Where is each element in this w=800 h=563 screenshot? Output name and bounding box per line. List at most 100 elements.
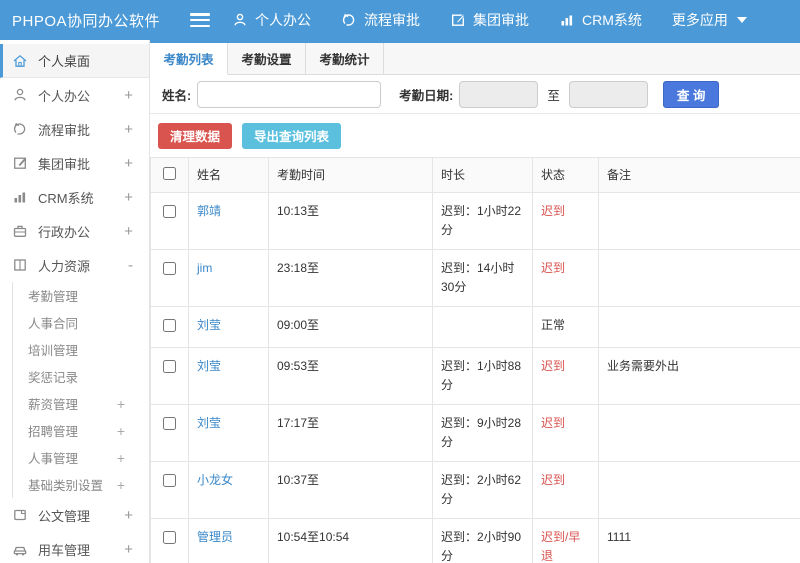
topnav-label: 个人办公 <box>255 12 311 28</box>
expand-plus-icon[interactable]: + <box>117 450 149 466</box>
expand-plus-icon[interactable]: + <box>117 396 149 412</box>
flow-icon <box>12 121 30 137</box>
expand-plus-icon[interactable]: + <box>124 189 139 206</box>
sidebar-item-label: 集团审批 <box>38 156 91 172</box>
sidebar-item-group-approval[interactable]: 集团审批 + <box>0 146 149 180</box>
hamburger-menu-icon[interactable] <box>190 13 210 27</box>
export-list-button[interactable]: 导出查询列表 <box>242 122 342 149</box>
sidebar-item-vehicle-management[interactable]: 用车管理 + <box>0 532 149 563</box>
employee-name-link[interactable]: 刘莹 <box>197 359 221 373</box>
date-to-input[interactable] <box>568 80 648 108</box>
note <box>598 192 800 250</box>
topnav-workflow-approval[interactable]: 流程审批 <box>341 10 420 30</box>
sidebar-item-label: 人力资源 <box>38 258 91 274</box>
edit-icon <box>12 155 30 171</box>
employee-name-link[interactable]: jim <box>197 261 212 275</box>
row-checkbox[interactable] <box>163 319 176 332</box>
column-header-note: 备注 <box>598 157 800 193</box>
sidebar-subitem-reward-punishment[interactable]: 奖惩记录 <box>13 363 149 390</box>
tab-attendance-settings[interactable]: 考勤设置 <box>228 43 306 74</box>
subitem-label: 人事管理 <box>28 452 79 466</box>
topnav-personal-office[interactable]: 个人办公 <box>232 10 311 30</box>
subitem-label: 考勤管理 <box>28 290 79 304</box>
topnav-label: 集团审批 <box>473 12 529 28</box>
employee-name-link[interactable]: 郭靖 <box>197 204 221 218</box>
duration: 迟到：9小时28分 <box>432 404 533 462</box>
briefcase-icon <box>12 223 30 239</box>
topnav-label: CRM系统 <box>582 12 642 28</box>
user-icon <box>232 12 248 28</box>
employee-name-link[interactable]: 管理员 <box>197 530 233 544</box>
employee-name-link[interactable]: 小龙女 <box>197 473 233 487</box>
query-button[interactable]: 查 询 <box>662 80 720 108</box>
to-label: 至 <box>547 88 560 103</box>
app-window: PHPOA协同办公软件 个人办公 流程审批 集团审批 CRM系统 更多应用 个人… <box>0 0 800 563</box>
content-panel: 考勤列表 考勤设置 考勤统计 姓名: 考勤日期: 至 查 询 清理数据 导出查询… <box>150 40 800 563</box>
duration <box>432 306 533 348</box>
sidebar-item-human-resources[interactable]: 人力资源 - <box>0 248 149 282</box>
sidebar-subitem-personnel-contract[interactable]: 人事合同 <box>13 309 149 336</box>
status-badge: 迟到 <box>541 473 566 487</box>
attendance-time: 09:00至 <box>268 306 433 348</box>
employee-name-link[interactable]: 刘莹 <box>197 318 221 332</box>
sidebar-subitem-basic-category-settings[interactable]: 基础类别设置 + <box>13 471 149 498</box>
topnav-more-apps[interactable]: 更多应用 <box>672 10 747 30</box>
topnav-group-approval[interactable]: 集团审批 <box>450 10 529 30</box>
sidebar-subitem-personnel-management[interactable]: 人事管理 + <box>13 444 149 471</box>
sidebar-item-label: 行政办公 <box>38 224 91 240</box>
action-toolbar: 清理数据 导出查询列表 <box>150 114 800 157</box>
expand-plus-icon[interactable]: + <box>124 121 139 138</box>
status-badge: 正常 <box>541 318 566 332</box>
tab-attendance-statistics[interactable]: 考勤统计 <box>306 43 384 74</box>
expand-plus-icon[interactable]: + <box>117 423 149 439</box>
row-checkbox[interactable] <box>163 360 176 373</box>
subitem-label: 培训管理 <box>28 344 79 358</box>
note <box>598 249 800 307</box>
sidebar-subitem-salary-management[interactable]: 薪资管理 + <box>13 390 149 417</box>
sidebar-item-administrative-office[interactable]: 行政办公 + <box>0 214 149 248</box>
select-all-checkbox[interactable] <box>163 167 176 180</box>
duration: 迟到：2小时90分 早退：7小时10分 <box>432 518 533 563</box>
attendance-time: 09:53至 <box>268 347 433 405</box>
row-checkbox[interactable] <box>163 417 176 430</box>
row-checkbox[interactable] <box>163 531 176 544</box>
sidebar: 个人桌面 个人办公 + 流程审批 + 集团审批 + CRM系统 + 行政办公 +… <box>0 40 150 563</box>
sidebar-subitem-training-management[interactable]: 培训管理 <box>13 336 149 363</box>
book-icon <box>12 257 30 273</box>
table-row: 郭靖 10:13至 迟到：1小时22分 迟到 <box>150 192 800 250</box>
tab-attendance-list[interactable]: 考勤列表 <box>150 43 228 75</box>
clear-data-button[interactable]: 清理数据 <box>158 122 233 149</box>
expand-plus-icon[interactable]: + <box>124 87 139 104</box>
sidebar-item-document-management[interactable]: 公文管理 + <box>0 498 149 532</box>
table-row: 刘莹 09:00至 正常 <box>150 306 800 348</box>
row-checkbox[interactable] <box>163 205 176 218</box>
employee-name-link[interactable]: 刘莹 <box>197 416 221 430</box>
expand-plus-icon[interactable]: + <box>124 155 139 172</box>
subitem-label: 薪资管理 <box>28 398 79 412</box>
topnav-crm-system[interactable]: CRM系统 <box>559 10 642 30</box>
row-checkbox[interactable] <box>163 474 176 487</box>
date-from-input[interactable] <box>459 80 539 108</box>
name-input[interactable] <box>197 80 382 108</box>
column-header-name: 姓名 <box>188 157 269 193</box>
sidebar-item-crm-system[interactable]: CRM系统 + <box>0 180 149 214</box>
note: 业务需要外出 <box>598 347 800 405</box>
note <box>598 306 800 348</box>
table-row: 小龙女 10:37至 迟到：2小时62分 迟到 <box>150 461 800 519</box>
sidebar-subitem-attendance-management[interactable]: 考勤管理 <box>13 282 149 309</box>
expand-plus-icon[interactable]: + <box>124 541 139 558</box>
collapse-minus-icon[interactable]: - <box>128 257 139 274</box>
user-icon <box>12 87 30 103</box>
sidebar-subitem-recruitment-management[interactable]: 招聘管理 + <box>13 417 149 444</box>
name-label: 姓名: <box>162 88 192 103</box>
expand-plus-icon[interactable]: + <box>124 223 139 240</box>
sidebar-item-workflow-approval[interactable]: 流程审批 + <box>0 112 149 146</box>
duration: 迟到：14小时30分 <box>432 249 533 307</box>
status-badge: 迟到 <box>541 204 566 218</box>
expand-plus-icon[interactable]: + <box>124 507 139 524</box>
column-header-status: 状态 <box>532 157 599 193</box>
expand-plus-icon[interactable]: + <box>117 477 149 493</box>
row-checkbox[interactable] <box>163 262 176 275</box>
sidebar-item-personal-desktop[interactable]: 个人桌面 <box>0 44 149 78</box>
sidebar-item-personal-office[interactable]: 个人办公 + <box>0 78 149 112</box>
